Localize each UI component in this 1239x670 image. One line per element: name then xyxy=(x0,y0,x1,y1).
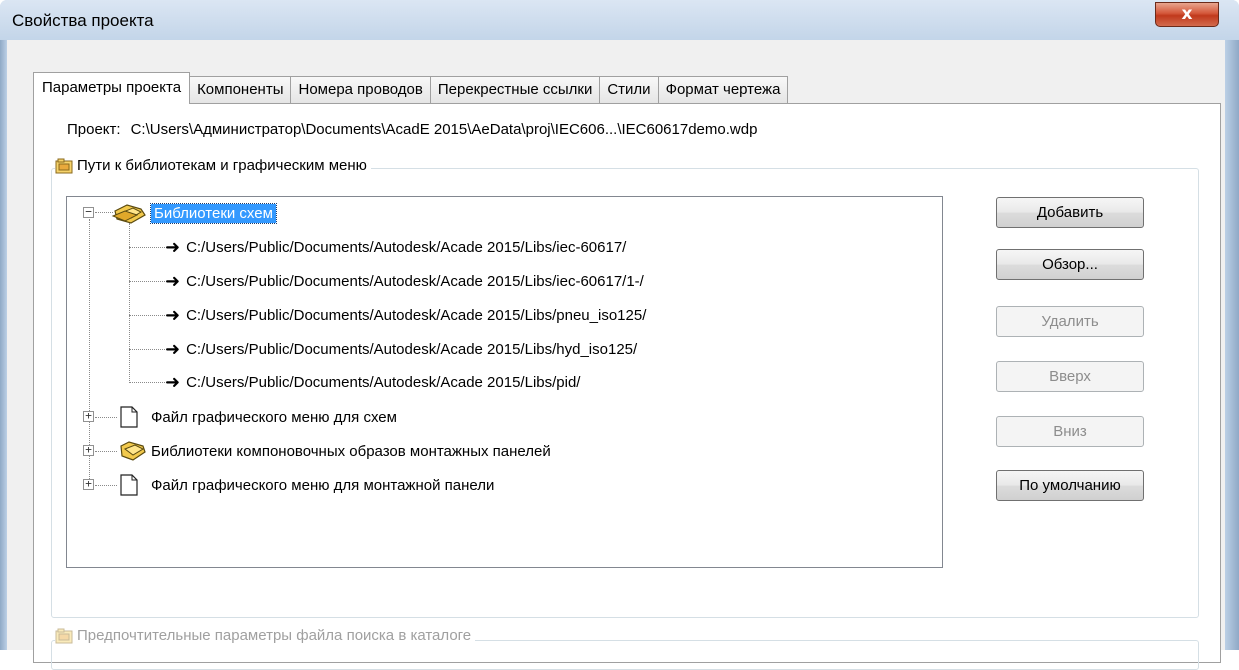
tree-connector xyxy=(95,485,117,486)
catalog-group-icon xyxy=(55,628,73,643)
catalog-lookup-legend: Предпочтительные параметры файла поиска … xyxy=(55,627,476,644)
expand-expander[interactable]: + xyxy=(83,478,94,490)
library-tree[interactable]: − Библиотеки схем ➜ C:/Users/Public/Docu… xyxy=(66,196,943,568)
tree-item-label: Библиотеки компоновочных образов монтажн… xyxy=(151,442,551,460)
tree-connector xyxy=(129,281,165,282)
tree-child-item[interactable]: ➜ C:/Users/Public/Documents/Autodesk/Aca… xyxy=(165,370,580,394)
tree-item-panel-footprint-libraries[interactable]: Библиотеки компоновочных образов монтажн… xyxy=(119,439,551,463)
tree-item-schematic-menu-file[interactable]: Файл графического меню для схем xyxy=(119,405,397,429)
expand-expander[interactable]: + xyxy=(83,444,94,456)
tree-root-item[interactable]: Библиотеки схем xyxy=(111,201,277,225)
arrow-right-icon: ➜ xyxy=(165,270,181,291)
tree-connector xyxy=(129,247,165,248)
tree-connector xyxy=(129,382,165,383)
tree-child-label: C:/Users/Public/Documents/Autodesk/Acade… xyxy=(186,373,581,391)
window-frame-right xyxy=(1225,40,1239,650)
default-button[interactable]: По умолчанию xyxy=(996,470,1144,501)
tree-child-item[interactable]: ➜ C:/Users/Public/Documents/Autodesk/Aca… xyxy=(165,269,644,293)
tree-child-label: C:/Users/Public/Documents/Autodesk/Acade… xyxy=(186,238,627,256)
move-down-button[interactable]: Вниз xyxy=(996,416,1144,447)
tab-components[interactable]: Компоненты xyxy=(190,76,292,103)
tree-child-item[interactable]: ➜ C:/Users/Public/Documents/Autodesk/Aca… xyxy=(165,235,626,259)
project-path-line: Проект: C:\Users\Администратор\Documents\… xyxy=(67,121,757,138)
tab-strip: Параметры проекта Компоненты Номера пров… xyxy=(33,72,789,104)
tree-connector xyxy=(129,349,165,350)
catalog-lookup-group xyxy=(51,640,1199,670)
libraries-folder-icon xyxy=(111,204,146,224)
library-group-icon xyxy=(55,158,73,173)
project-path: C:\Users\Администратор\Documents\AcadE 2… xyxy=(130,121,758,138)
browse-button[interactable]: Обзор... xyxy=(996,249,1144,280)
project-label: Проект: xyxy=(67,121,121,138)
arrow-right-icon: ➜ xyxy=(165,304,181,325)
tree-item-label: Файл графического меню для монтажной пан… xyxy=(151,476,495,494)
panel-content: Проект: C:\Users\Администратор\Documents\… xyxy=(33,103,1221,670)
expand-expander[interactable]: + xyxy=(83,410,94,422)
arrow-right-icon: ➜ xyxy=(165,338,181,359)
move-up-button[interactable]: Вверх xyxy=(996,361,1144,392)
arrow-right-icon: ➜ xyxy=(165,236,181,257)
root-collapse-expander[interactable]: − xyxy=(83,206,94,218)
document-icon xyxy=(120,474,138,496)
close-icon: x xyxy=(1181,4,1193,24)
window-title: Свойства проекта xyxy=(12,11,154,30)
folder-icon xyxy=(120,441,146,461)
tree-connector xyxy=(129,315,165,316)
title-bar[interactable]: Свойства проекта x xyxy=(0,0,1239,40)
document-icon xyxy=(120,406,138,428)
library-paths-legend: Пути к библиотекам и графическим меню xyxy=(55,157,371,174)
tree-child-label: C:/Users/Public/Documents/Autodesk/Acade… xyxy=(186,306,647,324)
tree-root-label: Библиотеки схем xyxy=(150,202,277,224)
tab-styles[interactable]: Стили xyxy=(600,76,659,103)
tab-cross-references[interactable]: Перекрестные ссылки xyxy=(430,76,601,103)
library-paths-legend-text: Пути к библиотекам и графическим меню xyxy=(77,157,367,174)
tree-child-label: C:/Users/Public/Documents/Autodesk/Acade… xyxy=(186,340,638,358)
tree-child-item[interactable]: ➜ C:/Users/Public/Documents/Autodesk/Aca… xyxy=(165,303,646,327)
tree-connector xyxy=(95,451,117,452)
tree-child-label: C:/Users/Public/Documents/Autodesk/Acade… xyxy=(186,272,644,290)
window-frame-left xyxy=(0,40,7,650)
tree-child-item[interactable]: ➜ C:/Users/Public/Documents/Autodesk/Aca… xyxy=(165,337,637,361)
tab-drawing-format[interactable]: Формат чертежа xyxy=(658,76,789,103)
tab-project-settings[interactable]: Параметры проекта xyxy=(33,72,191,104)
catalog-lookup-legend-text: Предпочтительные параметры файла поиска … xyxy=(77,627,472,644)
arrow-right-icon: ➜ xyxy=(165,371,181,392)
tree-item-label: Файл графического меню для схем xyxy=(151,408,397,426)
tree-connector xyxy=(95,417,117,418)
remove-button[interactable]: Удалить xyxy=(996,306,1144,337)
add-button[interactable]: Добавить xyxy=(996,197,1144,228)
tab-wire-numbers[interactable]: Номера проводов xyxy=(291,76,431,103)
tree-item-panel-menu-file[interactable]: Файл графического меню для монтажной пан… xyxy=(119,473,494,497)
close-button[interactable]: x xyxy=(1155,2,1219,27)
